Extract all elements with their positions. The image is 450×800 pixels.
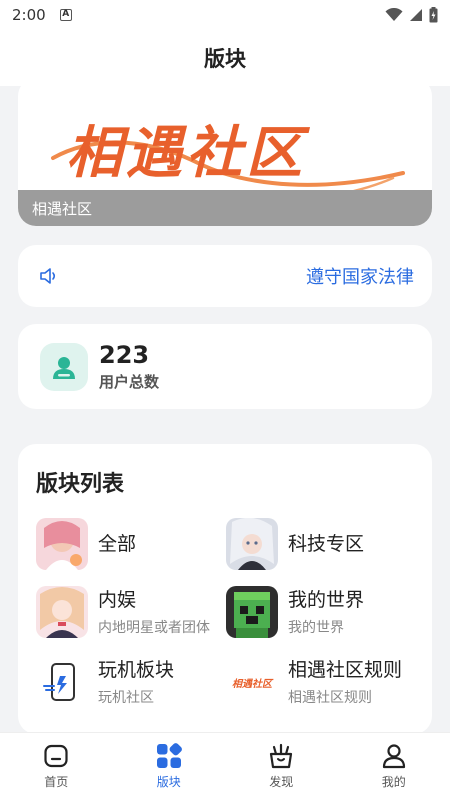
board-item-entertainment[interactable]: 内娱 内地明星或者团体: [36, 586, 210, 638]
user-count-label: 用户总数: [99, 373, 160, 391]
profile-icon: [382, 744, 405, 769]
board-name-entertainment: 内娱: [98, 588, 137, 611]
page-title: 版块: [204, 47, 246, 71]
notice-text: 遵守国家法律: [306, 267, 414, 288]
board-name-rules: 相遇社区规则: [288, 658, 403, 681]
board-list-title: 版块列表: [36, 472, 125, 497]
board-thumb-entertainment: [36, 586, 88, 638]
board-name-phone-mods: 玩机板块: [98, 658, 175, 681]
signal-icon: [410, 9, 422, 21]
tab-boards[interactable]: 版块: [113, 733, 226, 800]
board-desc-entertainment: 内地明星或者团体: [98, 619, 210, 636]
board-thumb-tech: [226, 518, 278, 570]
user-stats-card: 223 用户总数: [18, 324, 432, 409]
tab-home-label: 首页: [44, 775, 69, 789]
banner-logo-text: 相遇社区: [66, 120, 306, 186]
board-name-tech: 科技专区: [288, 533, 365, 555]
board-desc-minecraft: 我的世界: [288, 619, 344, 636]
board-item-phone-mods[interactable]: 玩机板块 玩机社区: [36, 656, 174, 708]
boards-icon: [156, 743, 182, 768]
status-right-icons: [385, 7, 438, 23]
main-content[interactable]: 相遇社区 相遇社区 遵守国家法律 223 用户总数 版块列表 全部 科技专区 内…: [0, 86, 450, 732]
phone-icon: [43, 663, 75, 701]
home-icon: [44, 744, 68, 768]
tab-profile[interactable]: 我的: [338, 733, 450, 800]
board-name-minecraft: 我的世界: [288, 588, 365, 611]
board-name-all: 全部: [98, 533, 137, 555]
board-desc-rules: 相遇社区规则: [288, 689, 372, 706]
tab-profile-label: 我的: [381, 775, 406, 789]
notice-card[interactable]: 遵守国家法律: [18, 245, 432, 307]
tab-boards-label: 版块: [156, 775, 181, 789]
community-banner[interactable]: 相遇社区 相遇社区: [18, 86, 432, 226]
status-time: 2:00: [12, 6, 46, 24]
board-item-rules[interactable]: 相遇社区 相遇社区规则 相遇社区规则: [226, 656, 402, 708]
notification-a-icon: A: [59, 9, 72, 21]
bottom-tab-bar: 首页 版块 发现 我的: [0, 732, 450, 800]
board-item-tech[interactable]: 科技专区: [226, 518, 364, 570]
board-thumb-phone-mods: [36, 656, 88, 708]
board-list-card: 版块列表 全部 科技专区 内娱 内地明星或者团体 我的世界 我的世界 玩机板块 …: [18, 444, 432, 732]
tab-discover-label: 发现: [269, 775, 294, 789]
battery-icon: [429, 7, 438, 23]
board-thumb-minecraft: [226, 586, 278, 638]
user-count-value: 223: [99, 341, 150, 369]
board-thumb-rules: 相遇社区: [226, 656, 278, 708]
user-icon: [53, 356, 75, 379]
rules-thumb-logo: 相遇社区: [232, 678, 272, 690]
tab-home[interactable]: 首页: [0, 733, 113, 800]
user-stats-icon-box: [40, 342, 88, 391]
wifi-icon: [385, 8, 403, 21]
speaker-icon: [40, 268, 56, 284]
discover-icon: [270, 743, 293, 769]
board-desc-phone-mods: 玩机社区: [98, 689, 154, 706]
app-header: 版块: [0, 30, 450, 86]
tab-discover[interactable]: 发现: [225, 733, 338, 800]
banner-caption: 相遇社区: [32, 199, 93, 218]
board-item-all[interactable]: 全部: [36, 518, 136, 570]
banner-caption-bar: 相遇社区: [18, 190, 432, 226]
board-item-minecraft[interactable]: 我的世界 我的世界: [226, 586, 364, 638]
board-thumb-all: [36, 518, 88, 570]
status-bar: 2:00 A: [0, 0, 450, 30]
